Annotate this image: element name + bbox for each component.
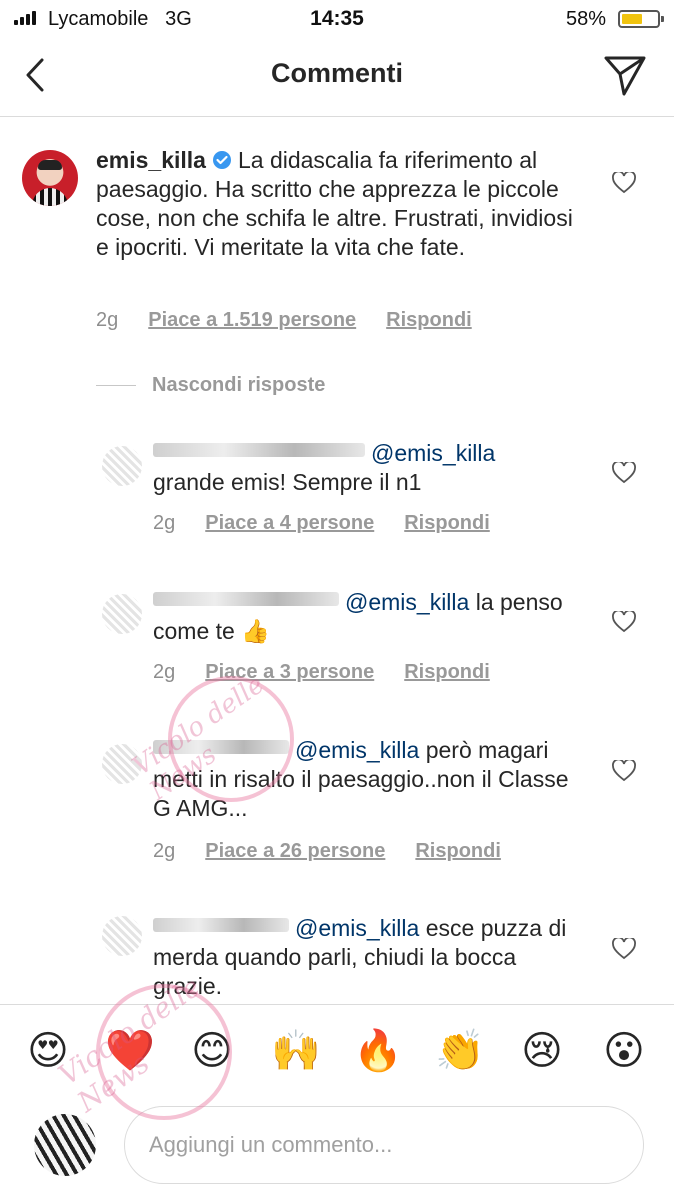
likes-count-link[interactable]: Piace a 1.519 persone [148,309,356,332]
avatar[interactable] [102,594,142,634]
username-redacted [153,592,339,606]
comment-time: 2g [153,512,176,534]
comment-input[interactable] [147,1131,621,1159]
like-heart-icon[interactable] [612,611,636,633]
emoji-smiling-face[interactable]: 😊 [186,1027,238,1075]
reply-button[interactable]: Rispondi [415,840,501,863]
comment-meta: 2g Piace a 1.519 persone Rispondi [96,309,472,332]
emoji-heart-eyes[interactable]: 😍 [22,1027,74,1075]
emoji-clapping-hands[interactable]: 👏 [434,1027,486,1075]
reply-button[interactable]: Rispondi [386,309,472,332]
comments-list[interactable]: emis_killa La didascalia fa riferimento a… [0,116,674,1004]
mention-link[interactable]: @emis_killa [345,589,469,615]
comment-time: 2g [153,840,176,862]
avatar[interactable] [102,744,142,784]
like-heart-icon[interactable] [612,760,636,782]
divider-line [96,385,136,386]
reply-text: @emis_killa però magari metti in risalto… [153,736,573,823]
mention-link[interactable]: @emis_killa [295,737,419,763]
emoji-bar: 😍 ❤️ 😊 🙌 🔥 👏 😢 😮 [0,1004,674,1097]
like-heart-icon[interactable] [612,172,636,194]
comment-text: emis_killa La didascalia fa riferimento a… [96,146,576,262]
page-title: Commenti [270,58,403,88]
username[interactable]: emis_killa [96,147,206,173]
hide-replies-label: Nascondi risposte [152,374,326,396]
avatar[interactable] [22,150,78,206]
reply-meta: 2g Piace a 26 persone Rispondi [153,840,501,863]
emoji-crying-face[interactable]: 😢 [516,1027,568,1075]
avatar[interactable] [102,446,142,486]
like-heart-icon[interactable] [612,462,636,484]
hide-replies-toggle[interactable]: Nascondi risposte [96,374,325,397]
battery-icon [618,10,664,28]
reply-text: @emis_killa la penso come te 👍 [153,588,573,646]
reply-meta: 2g Piace a 4 persone Rispondi [153,512,490,535]
reply-body: grande emis! Sempre il n1 [153,469,422,495]
comment-time: 2g [96,309,119,331]
likes-count-link[interactable]: Piace a 26 persone [205,840,385,863]
username-redacted [153,740,289,754]
mention-link[interactable]: @emis_killa [295,915,419,941]
likes-count-link[interactable]: Piace a 3 persone [205,661,374,684]
nav-bar: Commenti [0,38,674,117]
verified-badge-icon [212,151,231,169]
direct-send-icon[interactable] [602,52,648,98]
mention-link[interactable]: @emis_killa [371,440,495,466]
comment-time: 2g [153,661,176,683]
reply-text: @emis_killa grande emis! Sempre il n1 [153,439,573,497]
likes-count-link[interactable]: Piace a 4 persone [205,512,374,535]
emoji-fire[interactable]: 🔥 [352,1027,404,1075]
reply-text: @emis_killa esce puzza di merda quando p… [153,914,573,1001]
emoji-surprised-face[interactable]: 😮 [598,1027,650,1075]
avatar[interactable] [102,916,142,956]
reply-button[interactable]: Rispondi [404,661,490,684]
emoji-raised-hands[interactable]: 🙌 [270,1027,322,1075]
reply-meta: 2g Piace a 3 persone Rispondi [153,661,490,684]
battery-percent: 58% [565,8,606,30]
reply-button[interactable]: Rispondi [404,512,490,535]
like-heart-icon[interactable] [612,938,636,960]
avatar [34,1114,96,1176]
status-bar: Lycamobile 3G 14:35 58% [0,0,674,38]
emoji-red-heart[interactable]: ❤️ [104,1027,156,1075]
username-redacted [153,918,289,932]
username-redacted [153,443,365,457]
comment-composer[interactable] [124,1106,644,1184]
